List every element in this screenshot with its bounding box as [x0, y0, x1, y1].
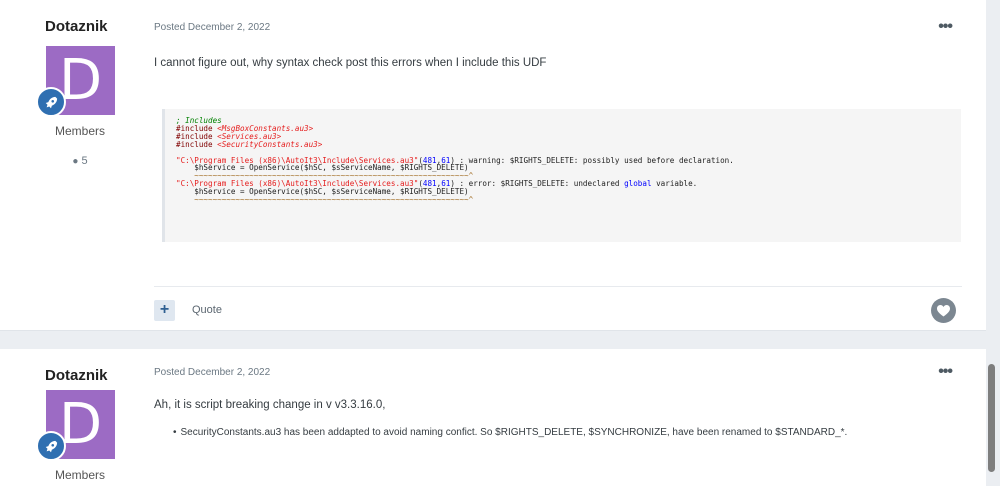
list-item: • SecurityConstants.au3 has been addapted… [173, 427, 848, 438]
more-options-icon[interactable]: ••• [938, 18, 953, 36]
post-date[interactable]: Posted December 2, 2022 [154, 367, 962, 378]
multiquote-plus-button[interactable]: + [154, 300, 175, 321]
post-1: Dotaznik D Members ● 5 Posted December 2,… [0, 0, 986, 331]
post-count-value: 5 [81, 155, 88, 167]
code-marker: ~~~~~~~~~~~~~~~~~~~~~~~~~~~~~~~~~~~~~~~~… [176, 195, 474, 205]
post-text: Ah, it is script breaking change in v v3… [154, 399, 386, 411]
code-include-file: <SecurityConstants.au3> [217, 139, 323, 149]
post-2: Dotaznik D Members Posted December 2, 20… [0, 349, 986, 486]
heart-icon[interactable] [931, 298, 956, 323]
speech-bubble-icon: ● [72, 156, 79, 167]
rank-icon [36, 87, 66, 117]
bullet-list: • SecurityConstants.au3 has been addapted… [173, 427, 847, 438]
author-name[interactable]: Dotaznik [45, 18, 108, 35]
quote-button[interactable]: Quote [192, 304, 222, 316]
rank-icon [36, 431, 66, 461]
author-name[interactable]: Dotaznik [45, 367, 108, 384]
post-date[interactable]: Posted December 2, 2022 [154, 22, 962, 33]
more-options-icon[interactable]: ••• [938, 363, 953, 381]
code-warning-message: : warning: $RIGHTS_DELETE: possibly used… [454, 155, 734, 165]
post-count: ● 5 [0, 155, 160, 167]
scrollbar-thumb[interactable] [988, 364, 995, 472]
list-item-text: SecurityConstants.au3 has been addapted … [180, 427, 848, 438]
post-text: I cannot figure out, why syntax check po… [154, 57, 547, 69]
member-group: Members [54, 124, 105, 138]
member-group: Members [54, 468, 105, 482]
code-error-message: : error: $RIGHTS_DELETE: undeclared [454, 179, 625, 189]
code-keyword: global [624, 179, 652, 189]
code-error-message: variable. [651, 179, 698, 189]
code-block: ; Includes #include <MsgBoxConstants.au3… [162, 109, 961, 242]
code-include-keyword: #include [176, 139, 213, 149]
post-divider [154, 286, 962, 287]
